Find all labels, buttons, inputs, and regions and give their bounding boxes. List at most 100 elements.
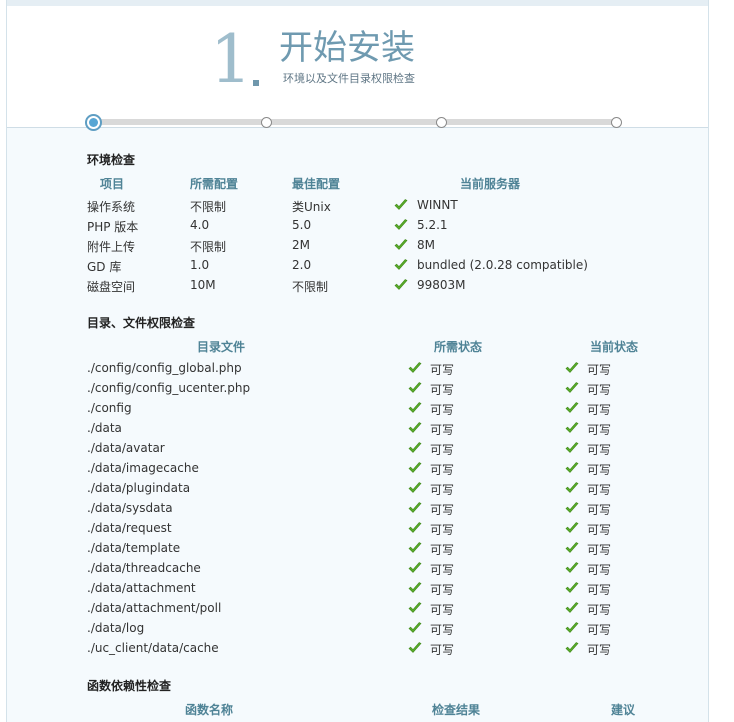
dir-row-path: ./data/plugindata <box>87 481 191 495</box>
dir-row-current: 可写 <box>587 463 612 477</box>
env-row-best: 不限制 <box>292 280 329 294</box>
env-col-item: 项目 <box>100 177 125 191</box>
dir-row-current: 可写 <box>587 643 612 657</box>
dir-row-current: 可写 <box>587 503 612 517</box>
dir-row-path: ./data/attachment <box>87 581 196 595</box>
check-icon <box>565 382 579 394</box>
func-col-result: 检查结果 <box>432 703 481 717</box>
env-col-required: 所需配置 <box>190 177 239 191</box>
dir-row-required: 可写 <box>430 623 455 637</box>
check-icon <box>565 442 579 454</box>
check-icon <box>565 642 579 654</box>
dir-row-required: 可写 <box>430 583 455 597</box>
env-row-current: 99803M <box>417 278 466 292</box>
dir-row-path: ./data <box>87 421 122 435</box>
env-row-item: 附件上传 <box>87 240 136 254</box>
progress-step-4 <box>611 117 622 128</box>
check-icon <box>408 602 422 614</box>
env-row-required: 4.0 <box>190 218 210 232</box>
dir-row-required: 可写 <box>430 483 455 497</box>
env-row-required: 10M <box>190 278 216 292</box>
check-icon <box>408 502 422 514</box>
check-icon <box>565 422 579 434</box>
dir-row-required: 可写 <box>430 463 455 477</box>
check-icon <box>394 239 408 251</box>
check-icon <box>565 482 579 494</box>
progress-step-1 <box>85 114 102 131</box>
step-number-dot <box>253 80 259 86</box>
func-col-name: 函数名称 <box>185 703 234 717</box>
check-icon <box>408 442 422 454</box>
check-icon <box>394 259 408 271</box>
dir-row-current: 可写 <box>587 423 612 437</box>
progress-track <box>87 119 612 125</box>
step-number: 1 <box>210 21 252 98</box>
env-row-required: 不限制 <box>190 200 227 214</box>
dir-row-path: ./data/request <box>87 521 172 535</box>
dir-row-current: 可写 <box>587 483 612 497</box>
env-row-best: 类Unix <box>292 200 331 214</box>
check-icon <box>565 402 579 414</box>
env-row-required: 不限制 <box>190 240 227 254</box>
check-icon <box>565 522 579 534</box>
dir-row-current: 可写 <box>587 563 612 577</box>
dir-col-path: 目录文件 <box>197 340 246 354</box>
env-row-item: GD 库 <box>87 260 122 274</box>
dir-row-required: 可写 <box>430 423 455 437</box>
progress-step-2 <box>261 117 272 128</box>
dir-row-path: ./data/avatar <box>87 441 165 455</box>
check-icon <box>394 279 408 291</box>
env-row-required: 1.0 <box>190 258 210 272</box>
dir-row-required: 可写 <box>430 403 455 417</box>
check-icon <box>565 562 579 574</box>
func-check-title: 函数依赖性检查 <box>87 679 172 693</box>
check-icon <box>565 622 579 634</box>
dir-row-required: 可写 <box>430 503 455 517</box>
check-icon <box>408 582 422 594</box>
dir-row-path: ./config/config_ucenter.php <box>87 381 251 395</box>
env-row-current: 5.2.1 <box>417 218 448 232</box>
dir-row-required: 可写 <box>430 603 455 617</box>
page-title: 开始安装 <box>279 28 415 68</box>
header: 1 开始安装 环境以及文件目录权限检查 <box>7 6 708 128</box>
dir-row-required: 可写 <box>430 443 455 457</box>
dir-row-current: 可写 <box>587 523 612 537</box>
dir-row-path: ./config <box>87 401 132 415</box>
env-col-current: 当前服务器 <box>460 177 521 191</box>
env-row-best: 2.0 <box>292 258 312 272</box>
dir-row-current: 可写 <box>587 383 612 397</box>
dir-row-path: ./uc_client/data/cache <box>87 641 219 655</box>
env-row-item: 磁盘空间 <box>87 280 136 294</box>
check-icon <box>565 602 579 614</box>
check-icon <box>394 219 408 231</box>
env-row-current: bundled (2.0.28 compatible) <box>417 258 588 272</box>
dir-row-path: ./data/threadcache <box>87 561 201 575</box>
check-icon <box>408 522 422 534</box>
dir-row-required: 可写 <box>430 643 455 657</box>
dir-row-path: ./data/template <box>87 541 181 555</box>
check-icon <box>408 622 422 634</box>
check-icon <box>408 362 422 374</box>
dir-row-required: 可写 <box>430 363 455 377</box>
env-row-item: 操作系统 <box>87 200 136 214</box>
check-icon <box>408 642 422 654</box>
check-icon <box>408 542 422 554</box>
env-row-best: 2M <box>292 238 310 252</box>
check-icon <box>565 542 579 554</box>
progress-step-1-marker <box>89 118 98 127</box>
check-icon <box>408 562 422 574</box>
dir-row-current: 可写 <box>587 363 612 377</box>
dir-row-path: ./data/log <box>87 621 145 635</box>
check-icon <box>408 382 422 394</box>
dir-col-current: 当前状态 <box>590 340 639 354</box>
dir-row-required: 可写 <box>430 563 455 577</box>
dir-row-path: ./data/sysdata <box>87 501 173 515</box>
dir-row-current: 可写 <box>587 403 612 417</box>
page-subtitle: 环境以及文件目录权限检查 <box>283 72 415 85</box>
env-row-best: 5.0 <box>292 218 312 232</box>
dir-check-title: 目录、文件权限检查 <box>87 316 196 330</box>
env-row-item: PHP 版本 <box>87 220 139 234</box>
dir-row-current: 可写 <box>587 623 612 637</box>
dir-row-path: ./config/config_global.php <box>87 361 242 375</box>
dir-row-required: 可写 <box>430 523 455 537</box>
